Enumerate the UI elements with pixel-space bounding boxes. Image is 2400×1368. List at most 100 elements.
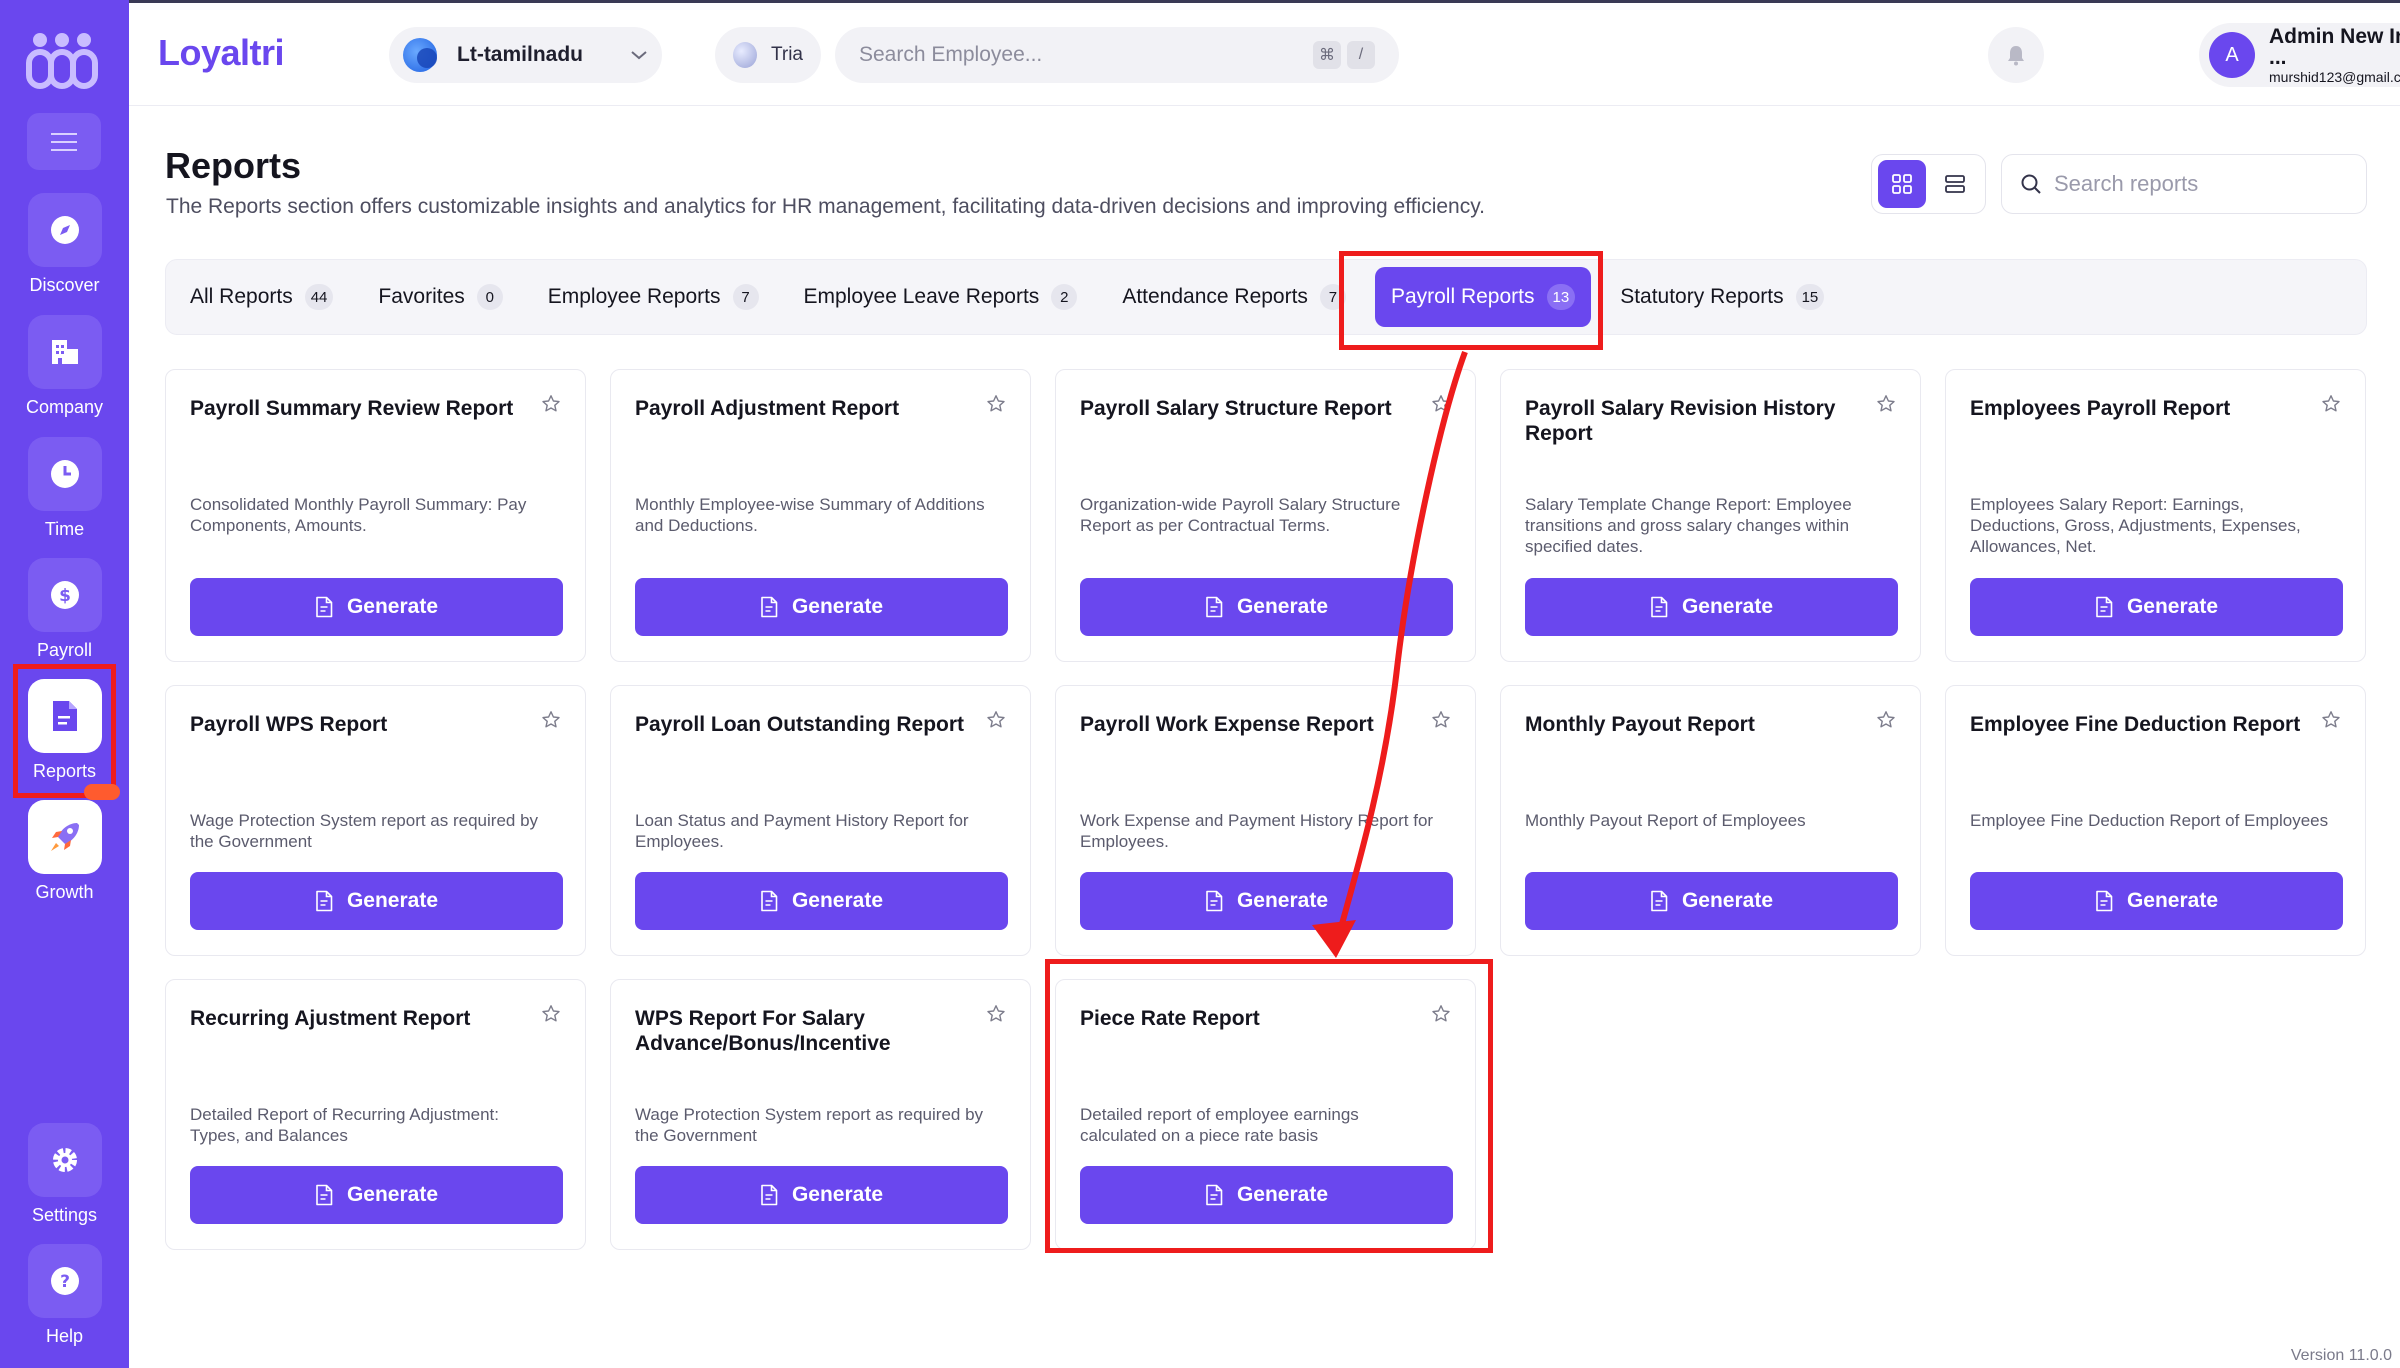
- generate-button[interactable]: Generate: [190, 872, 563, 930]
- sidebar-item-settings[interactable]: Settings: [0, 1123, 129, 1226]
- tab-statutory-reports[interactable]: Statutory Reports 15: [1604, 267, 1840, 327]
- report-card-description: Monthly Payout Report of Employees: [1525, 811, 1806, 830]
- grid-icon: [1891, 174, 1912, 194]
- menu-toggle-button[interactable]: [27, 113, 101, 170]
- report-card-title: Recurring Ajustment Report: [190, 1007, 471, 1030]
- sidebar-tile-help[interactable]: ?: [27, 1244, 102, 1318]
- tab-label: Attendance Reports: [1122, 285, 1308, 308]
- tab-count: 44: [304, 284, 334, 310]
- generate-button[interactable]: Generate: [635, 578, 1008, 636]
- tria-assistant-button[interactable]: Tria: [715, 27, 821, 83]
- tab-count: 2: [1051, 284, 1078, 310]
- generate-button[interactable]: Generate: [1970, 872, 2343, 930]
- tab-favorites[interactable]: Favorites 0: [362, 267, 518, 327]
- user-menu[interactable]: A Admin New India ... murshid123@gmail.c…: [2199, 23, 2400, 87]
- document-icon: [2096, 890, 2113, 912]
- view-toggle: [1871, 154, 1986, 214]
- favorite-star-icon[interactable]: [541, 710, 561, 730]
- report-card-description: Employee Fine Deduction Report of Employ…: [1970, 811, 2329, 830]
- generate-button[interactable]: Generate: [1525, 872, 1898, 930]
- generate-button-label: Generate: [346, 1183, 439, 1206]
- sidebar-label-company: Company: [25, 397, 104, 417]
- document-icon: [761, 596, 778, 618]
- sidebar-item-time[interactable]: Time: [0, 437, 129, 540]
- page-description: The Reports section offers customizable …: [166, 195, 1485, 218]
- generate-button-label: Generate: [346, 595, 439, 618]
- generate-button[interactable]: Generate: [1970, 578, 2343, 636]
- favorite-star-icon[interactable]: [1431, 710, 1451, 730]
- generate-button[interactable]: Generate: [1525, 578, 1898, 636]
- favorite-star-icon[interactable]: [2321, 710, 2341, 730]
- report-card: Payroll Work Expense Report Work Expense …: [1055, 685, 1476, 956]
- search-reports-placeholder: Search reports: [2054, 171, 2199, 196]
- sidebar-tile-settings[interactable]: [27, 1123, 102, 1197]
- search-reports-input[interactable]: Search reports: [2001, 154, 2367, 214]
- user-email: murshid123@gmail.com: [2269, 69, 2400, 85]
- notification-button[interactable]: [1988, 27, 2044, 83]
- sidebar-tile-company[interactable]: [27, 315, 102, 389]
- sidebar-tile-growth[interactable]: [27, 800, 102, 874]
- employee-search-input[interactable]: Search Employee... ⌘ /: [835, 27, 1399, 83]
- report-card-title: Monthly Payout Report: [1525, 713, 1755, 736]
- rocket-icon: [50, 823, 79, 851]
- report-card-title: Employee Fine Deduction Report: [1970, 713, 2301, 736]
- favorite-star-icon[interactable]: [986, 710, 1006, 730]
- generate-button[interactable]: Generate: [635, 872, 1008, 930]
- favorite-star-icon[interactable]: [1876, 710, 1896, 730]
- sidebar-item-payroll[interactable]: $ Payroll: [0, 558, 129, 661]
- favorite-star-icon[interactable]: [541, 1004, 561, 1024]
- report-card: Monthly Payout Report Monthly Payout Repo…: [1500, 685, 1921, 956]
- report-card-description: Work Expense and Payment History Report …: [1080, 811, 1434, 851]
- page-title: Reports: [165, 145, 302, 186]
- generate-button[interactable]: Generate: [190, 578, 563, 636]
- hamburger-icon: [51, 132, 77, 151]
- report-card: WPS Report For Salary Advance/Bonus/Ince…: [610, 979, 1031, 1250]
- sidebar-tile-time[interactable]: [27, 437, 102, 511]
- generate-button[interactable]: Generate: [635, 1166, 1008, 1224]
- shortcut-slash-key: /: [1347, 41, 1375, 69]
- tab-employee-leave-reports[interactable]: Employee Leave Reports 2: [788, 267, 1094, 327]
- svg-text:$: $: [59, 586, 71, 606]
- tab-attendance-reports[interactable]: Attendance Reports 7: [1106, 267, 1362, 327]
- app-logo-icon[interactable]: [26, 30, 98, 90]
- favorite-star-icon[interactable]: [1876, 394, 1896, 414]
- favorite-star-icon[interactable]: [541, 394, 561, 414]
- tab-count: 7: [732, 284, 759, 310]
- favorite-star-icon[interactable]: [986, 1004, 1006, 1024]
- tab-all-reports[interactable]: All Reports 44: [174, 267, 349, 327]
- sidebar-item-growth[interactable]: Growth: [0, 800, 129, 903]
- report-card: Payroll Summary Review Report Consolidate…: [165, 369, 586, 662]
- document-icon: [1206, 890, 1223, 912]
- favorite-star-icon[interactable]: [986, 394, 1006, 414]
- sidebar-label-settings: Settings: [31, 1205, 98, 1225]
- grid-view-button[interactable]: [1878, 160, 1926, 208]
- sidebar-item-company[interactable]: Company: [0, 315, 129, 418]
- company-name: Lt-tamilnadu: [457, 43, 583, 66]
- document-icon: [1651, 596, 1668, 618]
- favorite-star-icon[interactable]: [2321, 394, 2341, 414]
- tria-orb-icon: [733, 42, 757, 68]
- bell-icon: [2008, 46, 2024, 66]
- report-card-description: Wage Protection System report as require…: [190, 811, 539, 851]
- generate-button-label: Generate: [1681, 889, 1774, 912]
- generate-button[interactable]: Generate: [190, 1166, 563, 1224]
- sidebar-tile-discover[interactable]: [27, 193, 102, 267]
- document-icon: [761, 1184, 778, 1206]
- generate-button[interactable]: Generate: [1080, 872, 1453, 930]
- generate-button[interactable]: Generate: [1080, 578, 1453, 636]
- report-category-tabs: All Reports 44 Favorites 0 Employee Report…: [165, 259, 2367, 335]
- version-label: Version 11.0.0: [2290, 1347, 2392, 1364]
- company-selector[interactable]: Lt-tamilnadu: [389, 27, 662, 83]
- user-name: Admin New India ...: [2269, 25, 2400, 69]
- sidebar-tile-payroll[interactable]: $: [27, 558, 102, 632]
- report-card-description: Organization-wide Payroll Salary Structu…: [1080, 495, 1401, 535]
- report-card-description: Salary Template Change Report: Employee …: [1525, 495, 1852, 556]
- list-view-button[interactable]: [1932, 160, 1980, 208]
- sidebar-item-discover[interactable]: Discover: [0, 193, 129, 296]
- generate-button-label: Generate: [791, 1183, 884, 1206]
- favorite-star-icon[interactable]: [1431, 394, 1451, 414]
- sidebar-item-help[interactable]: ? Help: [0, 1244, 129, 1347]
- tab-employee-reports[interactable]: Employee Reports 7: [532, 267, 775, 327]
- brand-name[interactable]: Loyaltri: [158, 32, 285, 74]
- report-card: Employee Fine Deduction Report Employee F…: [1945, 685, 2366, 956]
